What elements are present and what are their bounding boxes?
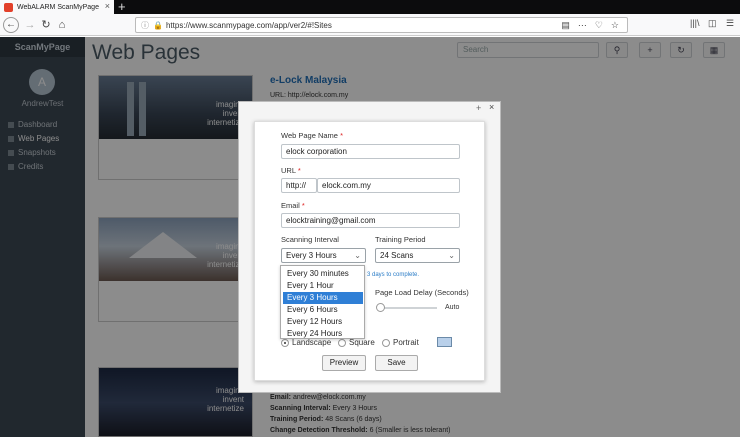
- chevron-down-icon: ⌄: [354, 251, 361, 260]
- lock-icon: 🔒: [153, 20, 163, 30]
- delay-slider-handle[interactable]: [376, 303, 385, 312]
- save-button[interactable]: Save: [375, 355, 418, 371]
- interval-option[interactable]: Every 24 Hours: [283, 328, 363, 340]
- delay-value: Auto: [445, 304, 460, 311]
- training-label: Training Period: [375, 235, 426, 244]
- training-hint: 3 days to complete.: [367, 272, 420, 278]
- library-icon[interactable]: |||\: [690, 18, 700, 28]
- tab-title: WebALARM ScanMyPage: [17, 3, 99, 11]
- url-text[interactable]: https://www.scanmypage.com/app/ver2/#!Si…: [166, 21, 332, 30]
- new-tab-button[interactable]: +: [118, 0, 126, 14]
- pocket-icon[interactable]: ♡: [595, 20, 603, 31]
- close-tab-icon[interactable]: ×: [105, 1, 110, 11]
- orientation-portrait-radio[interactable]: Portrait: [382, 338, 419, 347]
- url-bar[interactable]: ⓘ 🔒 https://www.scanmypage.com/app/ver2/…: [135, 17, 628, 33]
- interval-option-selected[interactable]: Every 3 Hours: [283, 292, 363, 304]
- edit-web-page-dialog: Web Page Name * elock corporation URL * …: [254, 121, 485, 381]
- url-label: URL *: [281, 166, 301, 175]
- close-icon[interactable]: ×: [489, 102, 494, 112]
- menu-icon[interactable]: ☰: [726, 18, 734, 29]
- scanning-interval-select[interactable]: Every 3 Hours ⌄: [281, 248, 366, 263]
- interval-option[interactable]: Every 1 Hour: [283, 280, 363, 292]
- forward-icon[interactable]: →: [22, 17, 38, 33]
- orientation-preview-swatch[interactable]: [437, 337, 452, 347]
- name-label: Web Page Name *: [281, 131, 343, 140]
- preview-button[interactable]: Preview: [322, 355, 366, 371]
- url-input[interactable]: elock.com.my: [317, 178, 460, 193]
- interval-option[interactable]: Every 6 Hours: [283, 304, 363, 316]
- url-protocol-select[interactable]: http://: [281, 178, 317, 193]
- home-icon[interactable]: ⌂: [54, 17, 70, 33]
- delay-label: Page Load Delay (Seconds): [375, 288, 469, 297]
- interval-label: Scanning Interval: [281, 235, 339, 244]
- sidebar-toggle-icon[interactable]: ◫: [708, 18, 717, 29]
- back-icon[interactable]: ←: [3, 17, 19, 33]
- scanning-interval-dropdown: Every 30 minutes Every 1 Hour Every 3 Ho…: [280, 265, 365, 339]
- expand-icon[interactable]: +: [476, 103, 481, 113]
- interval-option[interactable]: Every 30 minutes: [283, 268, 363, 280]
- info-icon[interactable]: ⓘ: [141, 20, 149, 31]
- favicon-icon: [4, 2, 13, 12]
- email-input[interactable]: elocktraining@gmail.com: [281, 213, 460, 228]
- chevron-down-icon: ⌄: [448, 251, 455, 260]
- reader-view-icon[interactable]: ▤: [561, 20, 570, 31]
- bookmark-star-icon[interactable]: ☆: [611, 20, 619, 31]
- delay-slider-track[interactable]: [379, 307, 437, 309]
- interval-option[interactable]: Every 12 Hours: [283, 316, 363, 328]
- reload-icon[interactable]: ↻: [38, 17, 54, 33]
- radio-dot: [382, 338, 390, 347]
- browser-tab[interactable]: WebALARM ScanMyPage ×: [0, 0, 114, 14]
- browser-nav-bar: ← → ↻ ⌂ ⓘ 🔒 https://www.scanmypage.com/a…: [0, 14, 740, 36]
- training-period-select[interactable]: 24 Scans ⌄: [375, 248, 460, 263]
- email-label: Email *: [281, 201, 305, 210]
- browser-tab-bar: WebALARM ScanMyPage × +: [0, 0, 740, 14]
- web-page-name-input[interactable]: elock corporation: [281, 144, 460, 159]
- more-icon[interactable]: ⋯: [578, 20, 587, 31]
